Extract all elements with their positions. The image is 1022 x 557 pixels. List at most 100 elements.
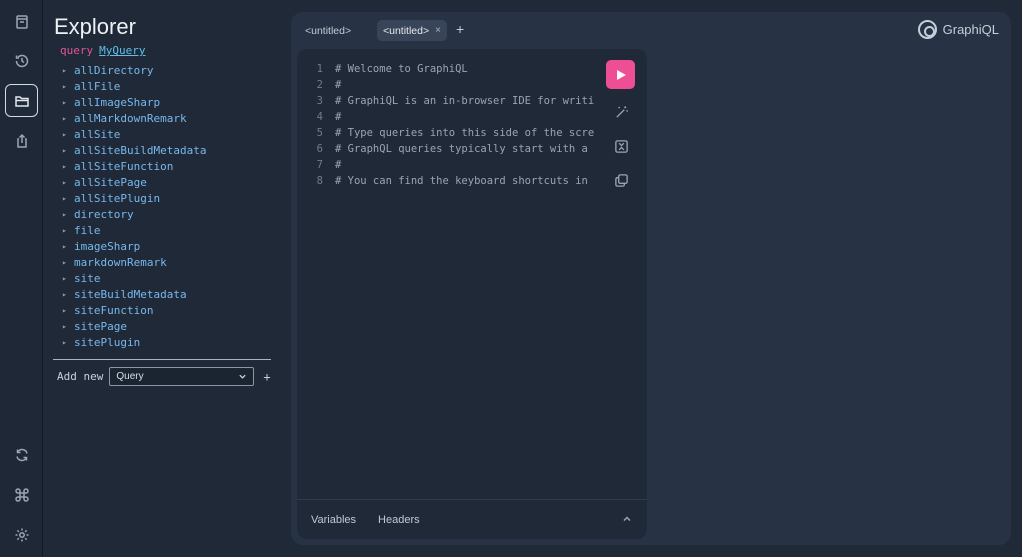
add-operation-button[interactable]: +: [263, 370, 270, 384]
explorer-panel: Explorer query MyQuery ▸ allDirectory ▸ allF…: [44, 0, 288, 557]
explorer-field-item[interactable]: ▸ allMarkdownRemark: [62, 110, 206, 126]
code-text: #: [335, 111, 342, 123]
code-line: 3 # GraphiQL is an in-browser IDE for wri…: [297, 95, 600, 111]
tab-untitled-2[interactable]: <untitled> ×: [377, 20, 447, 41]
tab-variables[interactable]: Variables: [311, 514, 356, 526]
caret-right-icon: ▸: [62, 321, 67, 331]
tab-label: <untitled>: [383, 24, 430, 37]
graphiql-logo: GraphiQL: [917, 20, 999, 39]
add-tab-button[interactable]: +: [456, 21, 464, 37]
line-number: 4: [316, 111, 323, 123]
caret-right-icon: ▸: [62, 129, 67, 139]
caret-right-icon: ▸: [62, 193, 67, 203]
tab-untitled-1[interactable]: <untitled>: [299, 20, 357, 41]
merge-fragments-button[interactable]: [606, 135, 636, 157]
prettify-button[interactable]: [606, 101, 636, 123]
explorer-field-item[interactable]: ▸ allImageSharp: [62, 94, 206, 110]
operation-name-input[interactable]: MyQuery: [99, 44, 145, 57]
code-line: 1 # Welcome to GraphiQL: [297, 63, 600, 79]
explorer-field-item[interactable]: ▸ allFile: [62, 78, 206, 94]
explorer-field-item[interactable]: ▸ allSite: [62, 126, 206, 142]
field-name: directory: [74, 207, 134, 221]
code-text: #: [335, 159, 342, 171]
explorer-field-item[interactable]: ▸ site: [62, 270, 206, 286]
line-number: 6: [316, 143, 323, 155]
explorer-field-item[interactable]: ▸ file: [62, 222, 206, 238]
add-operation-row: Add new Query +: [57, 367, 271, 386]
merge-icon: [614, 139, 628, 153]
explorer-field-item[interactable]: ▸ allSiteFunction: [62, 158, 206, 174]
field-name: allDirectory: [74, 63, 154, 77]
settings-icon[interactable]: [5, 518, 38, 551]
field-name: allSiteBuildMetadata: [74, 143, 207, 157]
field-name: siteFunction: [74, 303, 154, 317]
explorer-field-item[interactable]: ▸ siteFunction: [62, 302, 206, 318]
shortcuts-icon[interactable]: [5, 478, 38, 511]
explorer-divider: [53, 359, 271, 360]
field-name: allSiteFunction: [74, 159, 174, 173]
code-text: # GraphQL queries typically start with a: [335, 143, 588, 155]
caret-right-icon: ▸: [62, 65, 67, 75]
explorer-field-item[interactable]: ▸ directory: [62, 206, 206, 222]
explorer-field-item[interactable]: ▸ sitePage: [62, 318, 206, 334]
caret-right-icon: ▸: [62, 305, 67, 315]
code-text: #: [335, 79, 342, 91]
copy-icon: [614, 173, 628, 187]
docs-icon[interactable]: [5, 5, 38, 38]
explorer-title: Explorer: [54, 14, 136, 39]
explorer-icon[interactable]: [5, 84, 38, 117]
field-name: markdownRemark: [74, 255, 167, 269]
sidebar-rail: [0, 0, 43, 557]
caret-right-icon: ▸: [62, 257, 67, 267]
code-text: # GraphiQL is an in-browser IDE for writ…: [335, 95, 595, 107]
caret-right-icon: ▸: [62, 81, 67, 91]
field-name: sitePage: [74, 319, 127, 333]
explorer-field-item[interactable]: ▸ allDirectory: [62, 62, 206, 78]
field-name: site: [74, 271, 101, 285]
chevron-down-icon: [239, 374, 247, 379]
explorer-field-item[interactable]: ▸ allSitePlugin: [62, 190, 206, 206]
operation-keyword: query: [60, 44, 94, 57]
explorer-field-item[interactable]: ▸ allSitePage: [62, 174, 206, 190]
field-name: allSitePlugin: [74, 191, 161, 205]
caret-right-icon: ▸: [62, 113, 67, 123]
field-name: allImageSharp: [74, 95, 161, 109]
code-lines[interactable]: 1 # Welcome to GraphiQL 2 #3 # GraphiQL is a…: [297, 63, 600, 191]
chevron-up-icon[interactable]: [621, 513, 633, 525]
line-number: 7: [316, 159, 323, 171]
explorer-field-item[interactable]: ▸ sitePlugin: [62, 334, 206, 350]
graphiql-logo-icon: [917, 20, 937, 39]
code-text: # Type queries into this side of the scr…: [335, 127, 595, 139]
export-icon[interactable]: [5, 124, 38, 157]
code-line: 2 #: [297, 79, 600, 95]
code-text: # You can find the keyboard shortcuts in: [335, 175, 588, 187]
variables-bar: Variables Headers: [297, 499, 647, 539]
query-editor[interactable]: 1 # Welcome to GraphiQL 2 #3 # GraphiQL is a…: [297, 49, 647, 539]
caret-right-icon: ▸: [62, 209, 67, 219]
line-number: 3: [316, 95, 323, 107]
explorer-field-item[interactable]: ▸ allSiteBuildMetadata: [62, 142, 206, 158]
field-name: allSite: [74, 127, 121, 141]
copy-query-button[interactable]: [606, 169, 636, 191]
explorer-field-item[interactable]: ▸ siteBuildMetadata: [62, 286, 206, 302]
session-panel: <untitled> <untitled> × + GraphiQL 1 # We…: [291, 12, 1011, 545]
operation-type-select[interactable]: Query: [109, 367, 255, 386]
caret-right-icon: ▸: [62, 289, 67, 299]
code-line: 4 #: [297, 111, 600, 127]
refetch-icon[interactable]: [5, 438, 38, 471]
code-line: 7 #: [297, 159, 600, 175]
tab-headers[interactable]: Headers: [378, 514, 420, 526]
add-new-label: Add new: [57, 370, 104, 383]
run-query-button[interactable]: [606, 60, 635, 89]
explorer-field-item[interactable]: ▸ imageSharp: [62, 238, 206, 254]
operation-type-value: Query: [116, 371, 144, 382]
line-number: 5: [316, 127, 323, 139]
explorer-field-item[interactable]: ▸ markdownRemark: [62, 254, 206, 270]
line-number: 8: [316, 175, 323, 187]
code-line: 8 # You can find the keyboard shortcuts i…: [297, 175, 600, 191]
close-icon[interactable]: ×: [435, 25, 441, 36]
history-icon[interactable]: [5, 44, 38, 77]
logo-text: GraphiQL: [942, 22, 999, 37]
caret-right-icon: ▸: [62, 161, 67, 171]
caret-right-icon: ▸: [62, 225, 67, 235]
